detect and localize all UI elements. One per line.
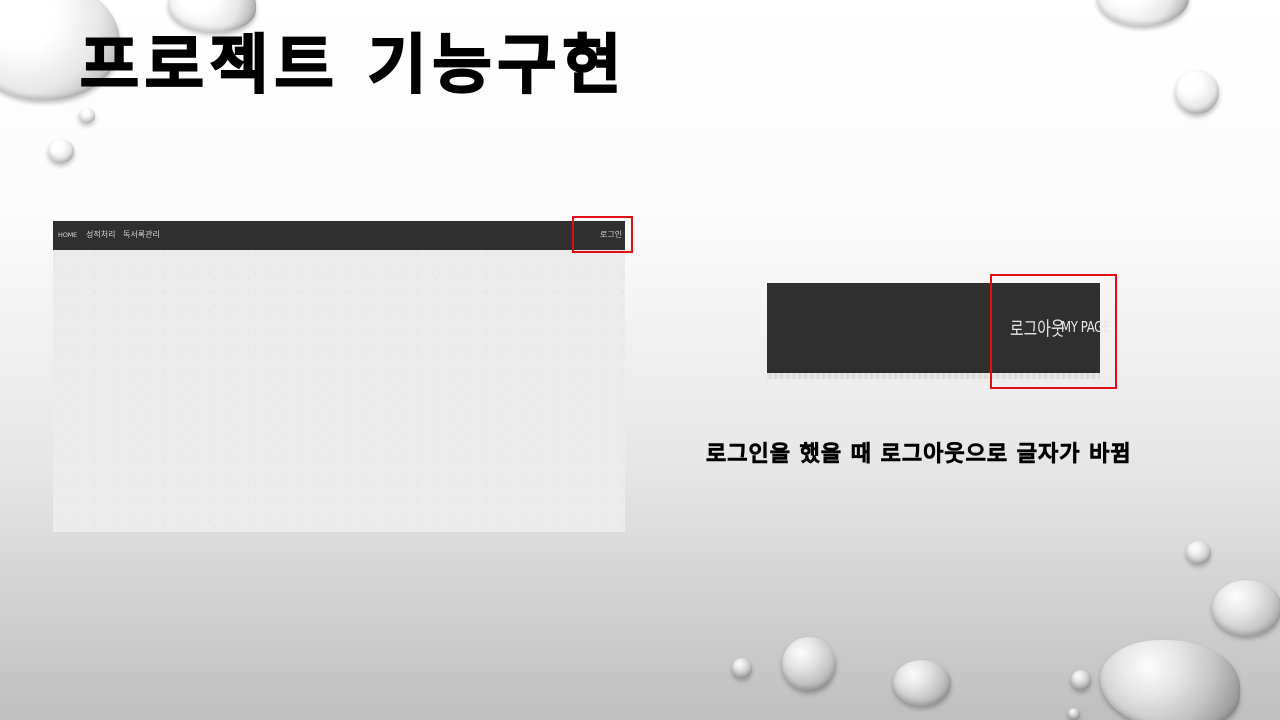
login-highlight-box bbox=[572, 216, 633, 253]
nav-grades-link[interactable]: 성적처리 bbox=[86, 229, 115, 240]
slide-caption: 로그인을 했을 때 로그아웃으로 글자가 바뀜 bbox=[706, 442, 1132, 468]
water-droplet bbox=[1068, 708, 1080, 720]
nav-reading-log-link[interactable]: 독서록관리 bbox=[123, 229, 160, 240]
slide-title: 프로젝트 기능구현 bbox=[79, 28, 628, 104]
water-droplet bbox=[79, 108, 95, 123]
water-droplet bbox=[732, 658, 752, 678]
water-droplet bbox=[1097, 0, 1189, 26]
water-droplet bbox=[893, 660, 951, 706]
logout-highlight-box bbox=[990, 274, 1117, 389]
water-droplet bbox=[1186, 541, 1211, 564]
water-droplet bbox=[782, 637, 836, 691]
nav-home-link[interactable]: HOME bbox=[58, 231, 77, 239]
water-droplet bbox=[48, 139, 74, 163]
water-droplet bbox=[1175, 70, 1219, 114]
water-droplet bbox=[1212, 580, 1280, 636]
water-droplet bbox=[1100, 640, 1240, 720]
water-droplet bbox=[1071, 670, 1091, 690]
site-nav-bar: HOME 성적처리 독서록관리 로그인 bbox=[53, 221, 625, 250]
website-screenshot: HOME 성적처리 독서록관리 로그인 bbox=[53, 221, 625, 532]
